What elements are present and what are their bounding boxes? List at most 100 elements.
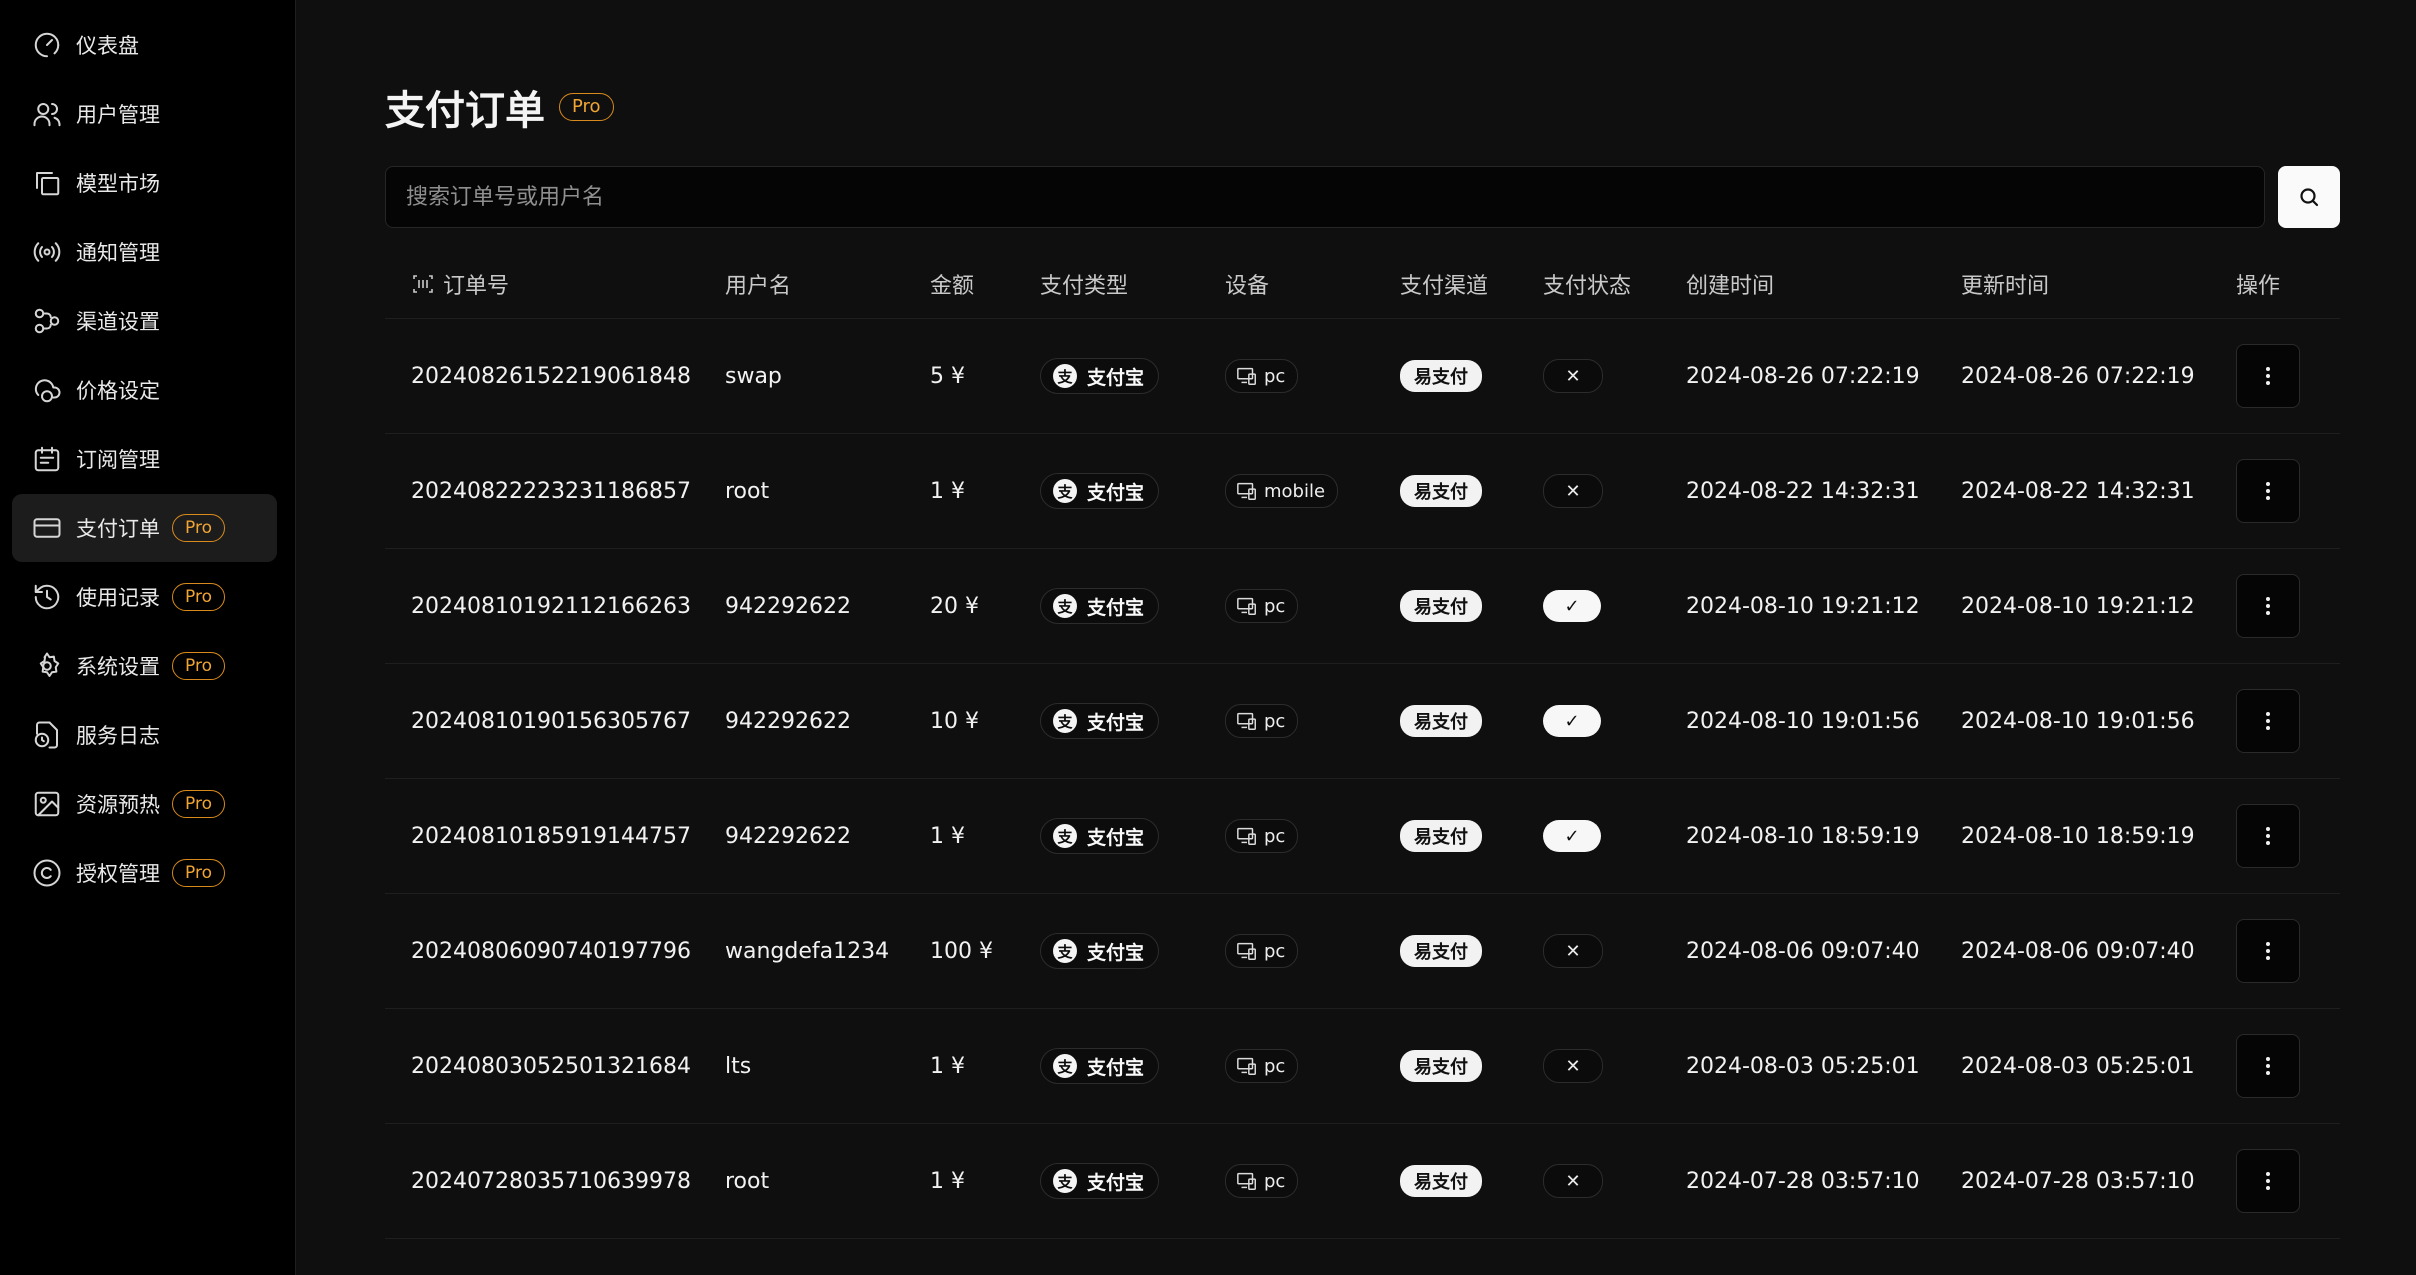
sidebar-item-pricing[interactable]: 价格设定 bbox=[12, 356, 277, 424]
device-badge: pc bbox=[1225, 1049, 1299, 1083]
sidebar-item-label: 订阅管理 bbox=[76, 448, 160, 472]
table-body: 20240826152219061848 swap 5 ¥ 支支付宝 pc 易支付 ✕ 202… bbox=[385, 319, 2340, 1239]
sidebar-item-model-market[interactable]: 模型市场 bbox=[12, 149, 277, 217]
alipay-badge: 支支付宝 bbox=[1040, 933, 1160, 969]
order-id-cell: 20240806090740197796 bbox=[411, 938, 691, 964]
username-cell: 942292622 bbox=[725, 823, 851, 849]
more-vertical-icon bbox=[2266, 597, 2270, 615]
close-icon: ✕ bbox=[1565, 365, 1581, 387]
sidebar-item-notifications[interactable]: 通知管理 bbox=[12, 218, 277, 286]
channel-cell: 易支付 bbox=[1400, 319, 1482, 433]
row-actions-button[interactable] bbox=[2236, 689, 2300, 753]
search-icon bbox=[2300, 188, 2319, 207]
row-actions-button[interactable] bbox=[2236, 804, 2300, 868]
alipay-icon: 支 bbox=[1053, 709, 1077, 733]
status-cell: ✕ bbox=[1543, 319, 1603, 433]
channel-badge: 易支付 bbox=[1400, 360, 1482, 392]
alipay-icon: 支 bbox=[1053, 824, 1077, 848]
device-badge: pc bbox=[1225, 934, 1299, 968]
status-success-badge: ✓ bbox=[1543, 820, 1601, 852]
column-order-id[interactable]: 订单号 bbox=[411, 250, 509, 318]
sidebar-item-license[interactable]: 授权管理 Pro bbox=[12, 839, 277, 907]
pay-type-label: 支付宝 bbox=[1087, 1171, 1145, 1194]
pay-type-label: 支付宝 bbox=[1087, 1056, 1145, 1079]
row-actions-button[interactable] bbox=[2236, 344, 2300, 408]
username-cell: lts bbox=[725, 1053, 752, 1079]
sidebar-item-label: 资源预热 bbox=[76, 793, 160, 817]
pay-type-label: 支付宝 bbox=[1087, 596, 1145, 619]
devices-icon bbox=[1237, 597, 1256, 615]
alipay-badge: 支支付宝 bbox=[1040, 1163, 1160, 1199]
alipay-badge: 支支付宝 bbox=[1040, 358, 1160, 394]
amount-cell: 20 ¥ bbox=[930, 593, 979, 619]
sidebar-item-usage-logs[interactable]: 使用记录 Pro bbox=[12, 563, 277, 631]
amount-cell: 1 ¥ bbox=[930, 478, 965, 504]
scan-icon bbox=[413, 275, 433, 293]
updated-cell: 2024-08-06 09:07:40 bbox=[1961, 938, 2195, 964]
pay-type-cell: 支支付宝 bbox=[1040, 549, 1160, 663]
orders-table: 订单号 用户名 金额 支付类型 设备 支付渠道 支付状态 创建时间 更新时间 操… bbox=[385, 250, 2340, 1239]
search-input[interactable] bbox=[385, 166, 2265, 228]
column-status: 支付状态 bbox=[1543, 274, 1632, 299]
sidebar-item-resource-preload[interactable]: 资源预热 Pro bbox=[12, 770, 277, 838]
row-actions-button[interactable] bbox=[2236, 459, 2300, 523]
pay-type-label: 支付宝 bbox=[1087, 941, 1145, 964]
devices-icon bbox=[1237, 827, 1256, 845]
close-icon: ✕ bbox=[1565, 1055, 1581, 1077]
username-cell: root bbox=[725, 478, 770, 504]
pay-type-cell: 支支付宝 bbox=[1040, 894, 1160, 1008]
sidebar-item-payment-orders[interactable]: 支付订单 Pro bbox=[12, 494, 277, 562]
actions-cell bbox=[2236, 319, 2300, 433]
channel-badge: 易支付 bbox=[1400, 590, 1482, 622]
settings-icon bbox=[32, 651, 62, 681]
status-cell: ✕ bbox=[1543, 1124, 1603, 1238]
devices-icon bbox=[1237, 367, 1256, 385]
channel-cell: 易支付 bbox=[1400, 549, 1482, 663]
status-cell: ✓ bbox=[1543, 664, 1601, 778]
row-actions-button[interactable] bbox=[2236, 1149, 2300, 1213]
sidebar-item-label: 仪表盘 bbox=[76, 34, 139, 58]
sidebar-item-service-logs[interactable]: 服务日志 bbox=[12, 701, 277, 769]
status-cell: ✕ bbox=[1543, 434, 1603, 548]
created-cell: 2024-07-28 03:57:10 bbox=[1686, 1168, 1920, 1194]
gauge-icon bbox=[32, 30, 62, 60]
created-cell: 2024-08-22 14:32:31 bbox=[1686, 478, 1920, 504]
created-cell: 2024-08-03 05:25:01 bbox=[1686, 1053, 1920, 1079]
row-actions-button[interactable] bbox=[2236, 919, 2300, 983]
amount-cell: 1 ¥ bbox=[930, 1168, 965, 1194]
channel-badge: 易支付 bbox=[1400, 820, 1482, 852]
device-label: pc bbox=[1264, 710, 1286, 732]
pro-badge: Pro bbox=[172, 790, 225, 818]
device-badge: pc bbox=[1225, 704, 1299, 738]
close-icon: ✕ bbox=[1565, 480, 1581, 502]
users-icon bbox=[32, 99, 62, 129]
alipay-badge: 支支付宝 bbox=[1040, 473, 1160, 509]
updated-cell: 2024-08-03 05:25:01 bbox=[1961, 1053, 2195, 1079]
more-vertical-icon bbox=[2266, 712, 2270, 730]
username-cell: 942292622 bbox=[725, 708, 851, 734]
device-cell: pc bbox=[1225, 894, 1299, 1008]
row-actions-button[interactable] bbox=[2236, 574, 2300, 638]
devices-icon bbox=[1237, 712, 1256, 730]
column-device: 设备 bbox=[1225, 274, 1270, 299]
order-id-cell: 20240728035710639978 bbox=[411, 1168, 691, 1194]
channel-cell: 易支付 bbox=[1400, 434, 1482, 548]
more-vertical-icon bbox=[2266, 1172, 2270, 1190]
sidebar-item-dashboard[interactable]: 仪表盘 bbox=[12, 11, 277, 79]
channel-cell: 易支付 bbox=[1400, 779, 1482, 893]
channel-badge: 易支付 bbox=[1400, 1050, 1482, 1082]
row-actions-button[interactable] bbox=[2236, 1034, 2300, 1098]
device-cell: pc bbox=[1225, 664, 1299, 778]
device-label: pc bbox=[1264, 1170, 1286, 1192]
device-cell: pc bbox=[1225, 549, 1299, 663]
order-id-cell: 20240810190156305767 bbox=[411, 708, 691, 734]
sidebar-item-users[interactable]: 用户管理 bbox=[12, 80, 277, 148]
sidebar-item-channels[interactable]: 渠道设置 bbox=[12, 287, 277, 355]
created-cell: 2024-08-06 09:07:40 bbox=[1686, 938, 1920, 964]
sidebar-item-system-settings[interactable]: 系统设置 Pro bbox=[12, 632, 277, 700]
status-success-badge: ✓ bbox=[1543, 590, 1601, 622]
status-cell: ✕ bbox=[1543, 1009, 1603, 1123]
sidebar-item-label: 系统设置 bbox=[76, 655, 160, 679]
sidebar-item-subscriptions[interactable]: 订阅管理 bbox=[12, 425, 277, 493]
search-button[interactable] bbox=[2278, 166, 2340, 228]
